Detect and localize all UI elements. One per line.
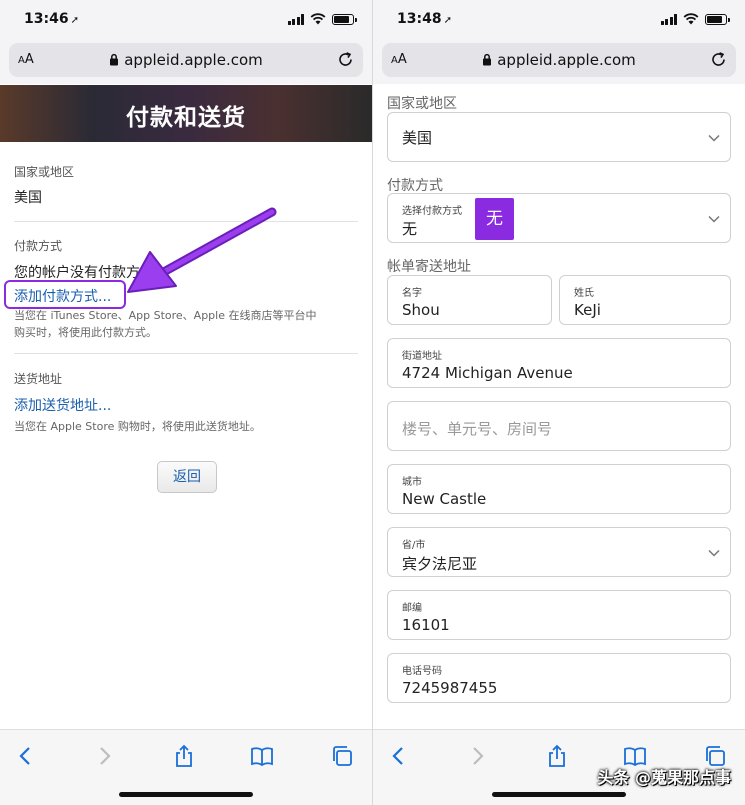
cellular-signal-icon: [287, 13, 304, 25]
add-shipping-link[interactable]: 添加送货地址...: [14, 395, 111, 415]
no-payment-text: 您的帐户没有付款方式。: [14, 265, 168, 281]
status-icons: [287, 13, 357, 25]
wifi-icon: [683, 13, 699, 25]
last-name-value: KeJi: [574, 301, 601, 319]
country-value: 美国: [14, 190, 42, 206]
divider: [14, 353, 358, 354]
back-chevron-icon[interactable]: [14, 744, 38, 768]
last-name-caption: 姓氏: [574, 288, 594, 299]
street-caption: 街道地址: [402, 351, 442, 362]
payment-label: 付款方式: [14, 239, 63, 253]
back-chevron-icon[interactable]: [387, 744, 411, 768]
url-bar[interactable]: AA appleid.apple.com: [9, 43, 363, 77]
first-name-caption: 名字: [402, 288, 422, 299]
home-indicator: [119, 792, 253, 797]
payment-note-line-1: 当您在 iTunes Store、App Store、Apple 在线商店等平台…: [14, 309, 317, 322]
street-address-field[interactable]: 街道地址 4724 Michigan Avenue: [387, 338, 731, 388]
location-arrow-icon: ➚: [70, 15, 79, 26]
cellular-signal-icon: [660, 13, 677, 25]
city-caption: 城市: [402, 477, 422, 488]
country-label: 国家或地区: [387, 96, 457, 112]
url-bar[interactable]: AA appleid.apple.com: [382, 43, 736, 77]
status-bar: 13:48 ➚: [373, 0, 745, 40]
reload-icon[interactable]: [337, 51, 354, 68]
right-phone-screen: 13:48 ➚ AA appleid.apple.com 国家或地区 美国 付款方…: [373, 0, 745, 805]
back-button[interactable]: 返回: [157, 461, 217, 493]
city-value: New Castle: [402, 490, 487, 508]
chevron-down-icon: [708, 549, 720, 557]
status-time: 13:48 ➚: [397, 11, 452, 27]
phone-value: 7245987455: [402, 679, 498, 697]
state-caption: 省/市: [402, 540, 426, 551]
left-phone-screen: 13:46 ➚ AA appleid.apple.com 付款和送货 国家或地区 …: [0, 0, 372, 805]
highlight-badge: 无: [475, 198, 514, 240]
street-value: 4724 Michigan Avenue: [402, 364, 573, 382]
city-field[interactable]: 城市 New Castle: [387, 464, 731, 514]
zip-caption: 邮编: [402, 603, 422, 614]
battery-icon: [332, 13, 357, 25]
last-name-field[interactable]: 姓氏 KeJi: [559, 275, 731, 325]
reload-icon[interactable]: [710, 51, 727, 68]
share-icon[interactable]: [172, 744, 196, 768]
watermark: 头条 @蒐果那点事: [597, 768, 731, 787]
chevron-down-icon: [708, 134, 720, 142]
payment-select-caption: 选择付款方式: [402, 206, 462, 217]
payment-label: 付款方式: [387, 178, 443, 194]
divider: [14, 221, 358, 222]
lock-icon: [483, 53, 492, 66]
share-icon[interactable]: [545, 744, 569, 768]
payment-select-value: 无: [402, 220, 418, 238]
state-value: 宾夕法尼亚: [402, 555, 478, 573]
payment-note-line-2: 购买时，将使用此付款方式。: [14, 326, 157, 339]
zip-field[interactable]: 邮编 16101: [387, 590, 731, 640]
zip-value: 16101: [402, 616, 450, 634]
browser-toolbar: [0, 729, 372, 805]
phone-field[interactable]: 电话号码 7245987455: [387, 653, 731, 703]
apartment-field[interactable]: 楼号、单元号、房间号: [387, 401, 731, 451]
state-select[interactable]: 省/市 宾夕法尼亚: [387, 527, 731, 577]
url-bar-area: AA appleid.apple.com: [373, 40, 745, 84]
chevron-down-icon: [708, 215, 720, 223]
status-time: 13:46 ➚: [24, 11, 79, 27]
page-title: 付款和送货: [126, 105, 246, 131]
url-bar-area: AA appleid.apple.com: [0, 40, 372, 84]
wifi-icon: [310, 13, 326, 25]
tabs-icon[interactable]: [330, 744, 354, 768]
forward-chevron-icon[interactable]: [465, 744, 489, 768]
country-select-value: 美国: [402, 129, 433, 147]
battery-icon: [705, 13, 730, 25]
phone-caption: 电话号码: [402, 666, 442, 677]
highlight-box: [4, 280, 126, 309]
page-banner: 付款和送货: [0, 85, 372, 142]
status-icons: [660, 13, 730, 25]
first-name-field[interactable]: 名字 Shou: [387, 275, 552, 325]
lock-icon: [110, 53, 119, 66]
bookmarks-icon[interactable]: [250, 744, 274, 768]
payment-method-select[interactable]: 选择付款方式 无: [387, 193, 731, 243]
shipping-note: 当您在 Apple Store 购物时，将使用此送货地址。: [14, 420, 261, 433]
shipping-label: 送货地址: [14, 372, 63, 386]
first-name-value: Shou: [402, 301, 440, 319]
url-text[interactable]: appleid.apple.com: [382, 51, 736, 69]
home-indicator: [492, 792, 626, 797]
forward-chevron-icon[interactable]: [92, 744, 116, 768]
country-select[interactable]: 美国: [387, 112, 731, 162]
country-label: 国家或地区: [14, 165, 75, 179]
location-arrow-icon: ➚: [443, 15, 452, 26]
billing-address-label: 帐单寄送地址: [387, 259, 471, 275]
status-bar: 13:46 ➚: [0, 0, 372, 40]
url-text[interactable]: appleid.apple.com: [9, 51, 363, 69]
apartment-placeholder: 楼号、单元号、房间号: [402, 420, 553, 438]
payment-note: 当您在 iTunes Store、App Store、Apple 在线商店等平台…: [14, 307, 358, 341]
